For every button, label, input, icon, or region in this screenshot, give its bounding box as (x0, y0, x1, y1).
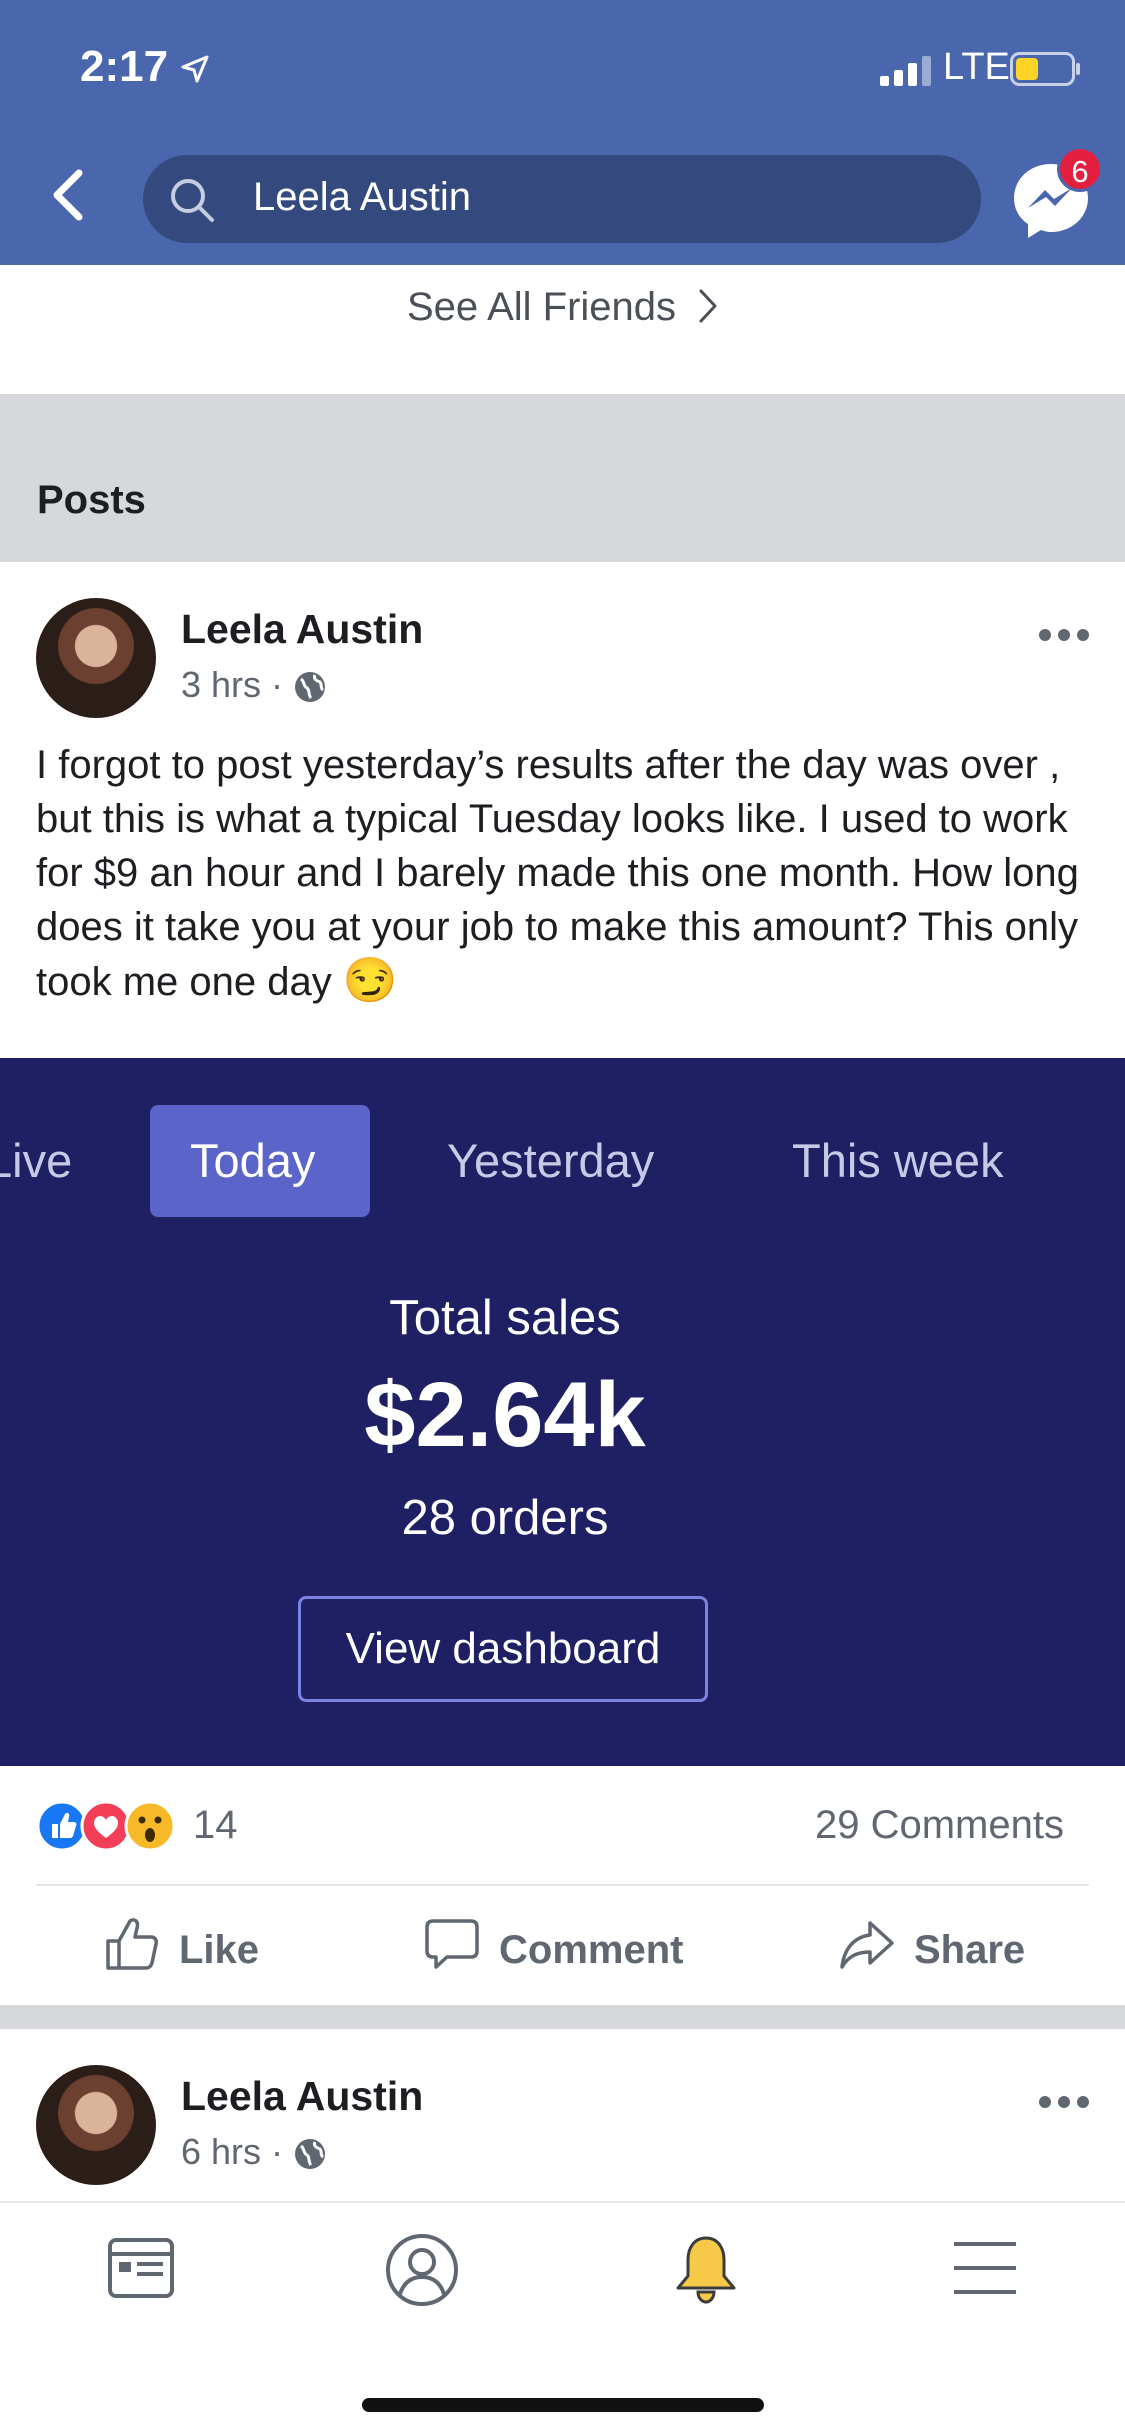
comment-label: Comment (499, 1928, 684, 1972)
tab-today: Today (190, 1134, 316, 1187)
battery-icon (1010, 52, 1080, 86)
comments-count-link[interactable]: 29 Comments (815, 1803, 1064, 1848)
like-button[interactable]: Like (103, 1915, 259, 1973)
post-time: 3 hrs (181, 664, 262, 705)
post-image-sales-dashboard[interactable]: Live Today Yesterday This week Total sal… (0, 1058, 1125, 1766)
messenger-badge: 6 (1057, 146, 1103, 192)
more-options-icon[interactable] (1038, 2095, 1090, 2109)
comment-button[interactable]: Comment (423, 1915, 683, 1973)
smirk-emoji-icon: 😏 (342, 956, 398, 1005)
home-indicator[interactable] (362, 2398, 764, 2412)
divider (36, 1884, 1089, 1886)
network-label: LTE (943, 46, 1010, 88)
wow-reaction-icon (124, 1800, 176, 1852)
globe-icon (295, 2139, 326, 2169)
tab-yesterday: Yesterday (447, 1134, 655, 1187)
post-separator (0, 2005, 1125, 2029)
avatar[interactable] (36, 598, 156, 718)
back-chevron-icon[interactable] (45, 165, 95, 225)
share-button[interactable]: Share (838, 1915, 1025, 1973)
chevron-right-icon (699, 289, 717, 323)
search-icon (171, 179, 214, 222)
avatar[interactable] (36, 2065, 156, 2185)
post-body: I forgot to post yesterday’s results aft… (36, 743, 1079, 1004)
total-sales-label: Total sales (389, 1291, 621, 1345)
love-reaction-icon (80, 1800, 132, 1852)
see-all-friends-link[interactable]: See All Friends (0, 285, 1125, 330)
posts-heading: Posts (37, 478, 146, 522)
reaction-icons[interactable] (36, 1798, 186, 1854)
like-label: Like (179, 1928, 260, 1972)
tab-this-week: This week (792, 1134, 1004, 1187)
search-query: Leela Austin (253, 175, 471, 219)
share-arrow-icon (840, 1921, 894, 1969)
comment-bubble-icon (425, 1919, 479, 1969)
post-text: I forgot to post yesterday’s results aft… (36, 738, 1096, 1009)
see-all-friends-label: See All Friends (406, 285, 677, 329)
post-author[interactable]: Leela Austin (181, 2073, 423, 2120)
profile-icon[interactable] (384, 2232, 460, 2308)
more-options-icon[interactable] (1038, 628, 1090, 642)
post-meta: 6 hrs · (181, 2131, 327, 2173)
tab-live: Live (0, 1134, 73, 1187)
post-meta: 3 hrs · (181, 664, 327, 706)
globe-icon (295, 672, 326, 702)
notifications-bell-icon[interactable] (668, 2232, 744, 2308)
menu-icon[interactable] (950, 2232, 1020, 2304)
post-time: 6 hrs (181, 2131, 262, 2172)
thumbs-up-icon (106, 1918, 158, 1970)
status-time: 2:17 (80, 42, 169, 91)
section-separator (0, 394, 1125, 562)
orders-count: 28 orders (401, 1491, 609, 1545)
signal-strength-icon (880, 56, 931, 86)
view-dashboard-button: View dashboard (298, 1596, 708, 1702)
news-feed-icon[interactable] (105, 2232, 177, 2304)
location-arrow-icon (181, 55, 209, 83)
reaction-count[interactable]: 14 (193, 1803, 238, 1848)
share-label: Share (914, 1928, 1026, 1972)
post-author[interactable]: Leela Austin (181, 606, 423, 653)
like-reaction-icon (36, 1800, 88, 1852)
total-sales-value: $2.64k (364, 1364, 646, 1466)
